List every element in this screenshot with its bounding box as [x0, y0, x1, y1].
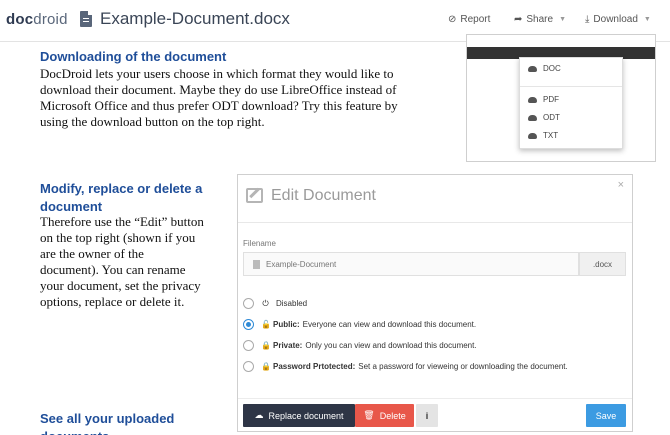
- text-line: on the top right (shown if you: [40, 230, 196, 245]
- text-line: Therefore use the “Edit” button: [40, 214, 204, 229]
- cloud-upload-icon: ☁: [254, 410, 264, 420]
- chevron-down-icon: ▼: [559, 16, 567, 23]
- download-label: Download: [593, 14, 638, 25]
- download-button[interactable]: ⤓ Download ▼: [585, 14, 651, 25]
- text-line: document). You can rename: [40, 262, 186, 277]
- filename-input[interactable]: [266, 256, 566, 272]
- text-line: download their document. Maybe they do u…: [40, 82, 397, 97]
- share-label: Share: [526, 14, 554, 25]
- heading-line: See all your uploaded: [40, 411, 175, 426]
- heading-line: Modify, replace or delete a: [40, 181, 203, 196]
- privacy-option-private[interactable]: 🔒 Private: Only you can view and downloa…: [243, 340, 477, 351]
- menu-item-label: PDF: [543, 95, 559, 104]
- option-description: Everyone can view and download this docu…: [302, 320, 477, 329]
- option-description: Set a password for vieweing or downloadi…: [358, 362, 568, 371]
- info-icon: i: [425, 410, 429, 421]
- document-title: Example-Document.docx: [100, 9, 290, 28]
- delete-button[interactable]: 🗑 Delete: [355, 404, 414, 427]
- lock-icon: 🔒: [261, 341, 271, 350]
- cloud-download-icon: [528, 96, 537, 103]
- trash-icon: 🗑: [363, 410, 375, 420]
- info-button[interactable]: i: [416, 404, 438, 427]
- radio-button[interactable]: [243, 361, 254, 372]
- menu-item-label: DOC: [543, 64, 561, 73]
- menu-item-pdf[interactable]: PDF: [528, 95, 559, 104]
- section-body-downloading: DocDroid lets your users choose in which…: [40, 66, 398, 130]
- section-heading-modify: Modify, replace or delete a document: [40, 180, 202, 216]
- share-arrow-icon: ➦: [514, 14, 523, 25]
- heading-line: documents: [40, 428, 174, 435]
- divider: [238, 398, 632, 399]
- option-name: Password Prtotected:: [273, 362, 356, 371]
- divider: [520, 86, 622, 87]
- menu-item-label: TXT: [543, 131, 559, 140]
- menu-item-txt[interactable]: TXT: [528, 131, 558, 140]
- download-format-menu: DOC PDF ODT TXT: [519, 57, 623, 149]
- radio-button[interactable]: [243, 298, 254, 309]
- privacy-option-password[interactable]: 🔒 Password Prtotected: Set a password fo…: [243, 361, 568, 372]
- section-heading-uploaded: See all your uploaded documents: [40, 410, 174, 435]
- filename-field[interactable]: [243, 252, 579, 276]
- cloud-download-icon: [528, 114, 537, 121]
- unlock-icon: 🔓: [261, 320, 271, 329]
- document-icon: [80, 11, 92, 27]
- replace-document-button[interactable]: ☁ Replace document: [243, 404, 355, 427]
- chevron-down-icon: ▼: [643, 16, 651, 23]
- text-line: options, replace or delete it.: [40, 294, 185, 309]
- divider: [238, 222, 632, 223]
- menu-item-label: ODT: [543, 113, 560, 122]
- lock-icon: 🔒: [261, 362, 271, 371]
- menu-item-doc[interactable]: DOC: [528, 64, 561, 73]
- section-body-modify: Therefore use the “Edit” button on the t…: [40, 214, 204, 310]
- share-button[interactable]: ➦ Share ▼: [514, 14, 566, 25]
- file-icon: [253, 260, 260, 269]
- edit-document-modal: × Edit Document Filename .docx ⏻ Disable…: [237, 174, 633, 432]
- privacy-option-disabled[interactable]: ⏻ Disabled: [243, 298, 307, 309]
- menu-item-odt[interactable]: ODT: [528, 113, 560, 122]
- text-line: using the download button on the top rig…: [40, 114, 265, 129]
- brand-bold: doc: [6, 11, 34, 28]
- brand-rest: droid: [33, 11, 68, 28]
- option-description: Disabled: [276, 299, 308, 308]
- file-extension: .docx: [579, 252, 626, 276]
- close-icon[interactable]: ×: [618, 179, 624, 191]
- option-name: Public:: [273, 320, 300, 329]
- report-label: Report: [460, 14, 491, 25]
- radio-button-selected[interactable]: [243, 319, 254, 330]
- replace-label: Replace document: [268, 410, 344, 421]
- filename-label: Filename: [243, 239, 276, 248]
- report-button[interactable]: ⊘ Report: [448, 14, 490, 25]
- text-line: are the owner of the: [40, 246, 144, 261]
- radio-button[interactable]: [243, 340, 254, 351]
- text-line: DocDroid lets your users choose in which…: [40, 66, 394, 81]
- option-description: Only you can view and download this docu…: [305, 341, 477, 350]
- modal-title: Edit Document: [271, 187, 376, 204]
- delete-label: Delete: [379, 410, 406, 421]
- docdroid-logo[interactable]: docdroid: [6, 11, 68, 28]
- privacy-option-public[interactable]: 🔓 Public: Everyone can view and download…: [243, 319, 476, 330]
- ban-icon: ⊘: [448, 14, 457, 25]
- text-line: your document, set the privacy: [40, 278, 201, 293]
- power-icon: ⏻: [262, 298, 269, 308]
- pencil-edit-icon: [246, 188, 263, 203]
- cloud-download-icon: [528, 132, 537, 139]
- text-line: Microsoft Office and thus prefer ODT dow…: [40, 98, 398, 113]
- save-button[interactable]: Save: [586, 404, 626, 427]
- cloud-download-icon: [528, 65, 537, 72]
- option-name: Private:: [273, 341, 303, 350]
- save-label: Save: [595, 410, 617, 421]
- download-icon: ⤓: [585, 14, 590, 25]
- section-heading-downloading: Downloading of the document: [40, 49, 227, 64]
